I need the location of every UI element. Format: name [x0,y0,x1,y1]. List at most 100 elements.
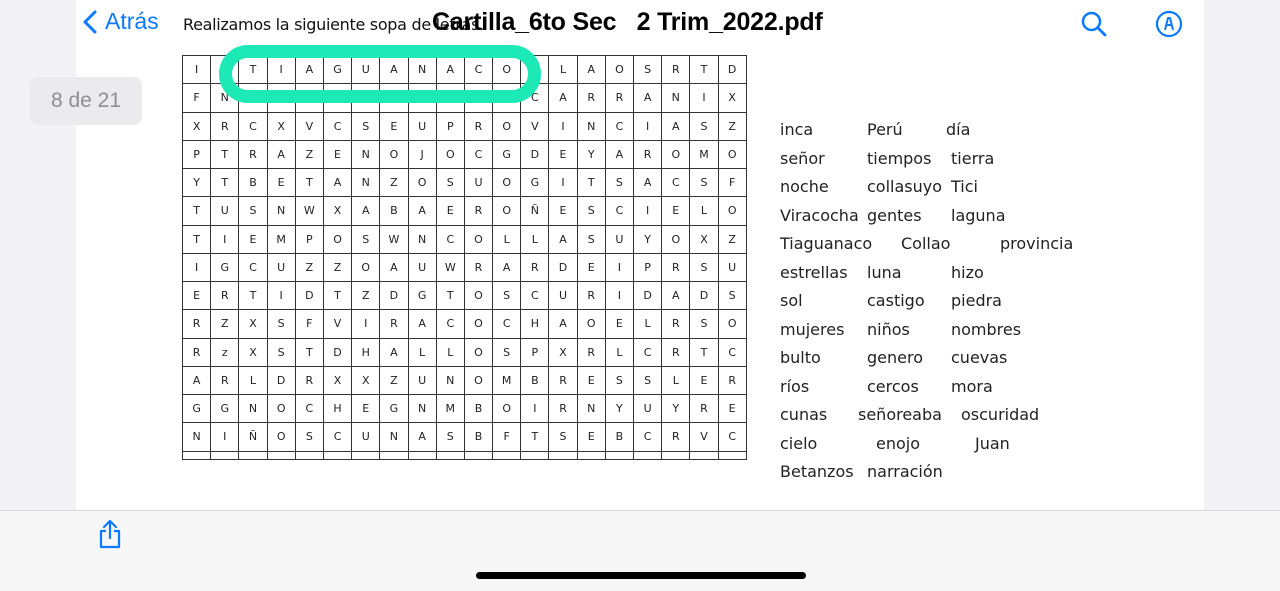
grid-cell: I [548,167,578,198]
grid-cell: N [351,139,381,170]
grid-cell: R [576,280,606,311]
grid-cell: E [604,309,635,339]
word-item: cuevas [951,348,1008,367]
grid-cell [238,83,268,113]
word-item: Juan [975,433,1010,453]
grid-cell [435,450,465,460]
grid-cell: O [463,280,494,311]
grid-cell: C [463,139,494,170]
grid-cell: O [717,196,747,226]
grid-cell: Z [379,167,409,198]
word-item: bulto [780,348,821,367]
word-item: cercos [867,376,919,396]
search-button[interactable] [1080,10,1108,43]
grid-cell [435,83,465,113]
grid-cell: R [181,337,212,367]
grid-cell: S [689,111,719,141]
grid-cell: A [492,252,522,283]
grid-cell: B [379,196,409,226]
grid-cell [492,83,522,113]
word-item: señoreaba [858,405,942,424]
word-item: noche [780,177,829,196]
grid-cell [294,450,324,460]
grid-cell: L [407,337,437,367]
grid-cell: B [463,393,494,424]
grid-cell: U [351,54,381,85]
markup-button[interactable] [1155,10,1183,43]
word-item: gentes [867,205,922,225]
grid-cell: X [322,196,353,226]
word-item: mujeres [780,319,845,339]
grid-cell: R [210,111,240,141]
grid-cell [238,450,268,460]
grid-cell: H [520,309,550,339]
grid-cell: Z [379,365,409,396]
grid-cell: M [435,393,465,424]
grid-cell: G [181,393,212,424]
grid-cell: S [351,224,381,254]
grid-cell: L [548,54,578,85]
grid-cell: C [322,111,353,141]
grid-cell: D [294,280,324,311]
grid-cell: C [604,111,635,141]
share-button[interactable] [98,519,122,554]
grid-cell: D [520,139,550,170]
grid-cell: S [604,365,635,396]
grid-cell: G [322,54,353,85]
word-item: tierra [951,148,995,168]
grid-cell: R [548,393,578,424]
grid-cell: Z [322,252,353,283]
grid-cell: C [294,393,324,424]
grid-cell: O [266,393,296,424]
grid-row: FNCARRANIX [181,83,747,113]
word-item: señor [780,148,825,168]
grid-cell: N [407,393,437,424]
grid-cell: R [661,422,691,452]
grid-cell [210,54,240,85]
grid-cell: O [463,224,494,254]
grid-cell: S [576,224,606,254]
word-item: mora [951,376,993,396]
grid-cell: E [322,139,353,170]
grid-cell: A [407,309,437,339]
grid-cell: E [238,224,268,254]
grid-cell: S [548,422,578,452]
grid-cell: L [632,309,663,339]
grid-cell [463,450,494,460]
grid-cell [576,450,606,460]
grid-cell [717,450,747,460]
word-item: sol [780,291,803,310]
grid-cell: A [435,54,465,85]
grid-cell: S [435,167,465,198]
grid-cell: L [238,365,268,396]
grid-cell: E [379,111,409,141]
grid-cell: C [463,54,494,85]
grid-cell: R [181,309,212,339]
word-item: Tici [951,177,978,196]
grid-cell: X [717,83,747,113]
grid-cell: A [548,309,578,339]
grid-cell: O [492,393,522,424]
grid-cell: R [689,393,719,424]
grid-cell: R [463,252,494,283]
grid-cell: L [604,337,635,367]
grid-cell: X [548,337,578,367]
grid-cell: G [210,252,240,283]
grid-cell: N [351,167,381,198]
word-item: estrellas [780,262,848,282]
bottom-toolbar [0,510,1280,591]
grid-cell: T [238,54,268,85]
grid-cell: A [548,83,578,113]
grid-row: NIÑOSCUNASBFTSEBCRVC [181,422,747,452]
grid-cell: I [210,422,240,452]
grid-cell: O [435,139,465,170]
grid-cell: A [351,196,381,226]
back-button[interactable]: Atrás [83,8,159,35]
grid-cell: T [689,54,719,85]
grid-cell: A [661,111,691,141]
grid-cell: T [294,167,324,198]
grid-cell: F [181,83,212,113]
word-item: tiempos [867,148,932,168]
word-item: provincia [1000,234,1074,253]
grid-cell: N [407,54,437,85]
